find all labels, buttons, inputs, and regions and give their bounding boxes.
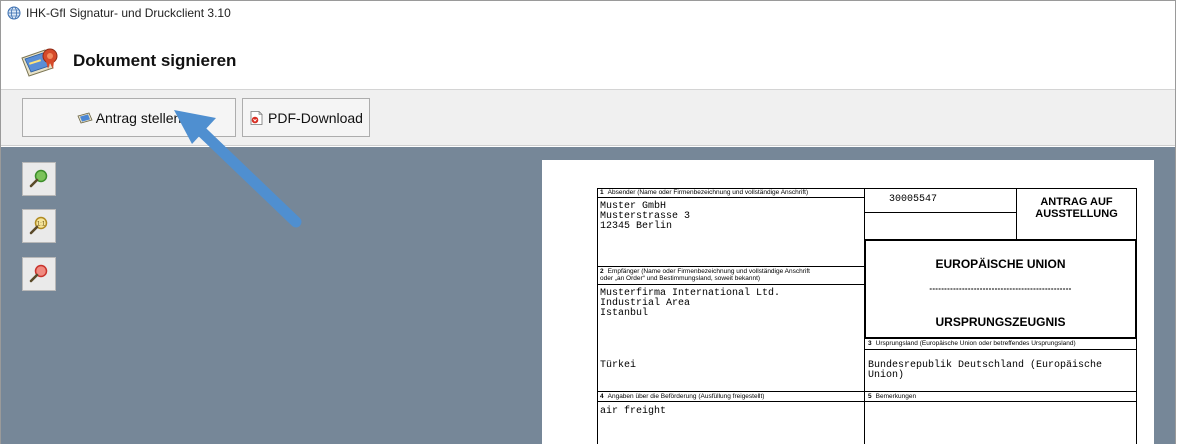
field1-bottom-line <box>597 266 864 267</box>
field1-label-line <box>597 197 864 198</box>
globe-app-icon <box>7 6 21 20</box>
reference-number: 30005547 <box>889 194 938 205</box>
zoom-in-button[interactable] <box>22 162 56 196</box>
field2-label-line <box>597 284 864 285</box>
antrag-stellen-button[interactable]: Antrag stellen <box>22 98 236 137</box>
field5-label: 5 Bemerkungen <box>868 393 916 400</box>
pdf-download-label: PDF-Download <box>268 109 363 126</box>
title-bar: IHK-GfI Signatur- und Druckclient 3.10 <box>1 1 1175 25</box>
zoom-fit-button[interactable]: 1:1 <box>22 209 56 243</box>
field1-label-text: Absender (Name oder Firmenbezeichnung un… <box>607 189 809 196</box>
field1-number: 1 <box>600 189 604 196</box>
field5-label-text: Bemerkungen <box>875 393 917 400</box>
field4-value: air freight <box>600 406 667 417</box>
field4-top-line <box>597 391 1137 392</box>
app-window: IHK-GfI Signatur- und Druckclient 3.10 D… <box>0 0 1176 444</box>
field1-value: Muster GmbH Musterstrasse 3 12345 Berlin <box>600 201 691 232</box>
field2-label-text: Empfänger (Name oder Firmenbezeichnung u… <box>600 268 810 282</box>
document-page: 1 Absender (Name oder Firmenbezeichnung u… <box>542 160 1154 444</box>
zoom-in-icon <box>29 169 48 188</box>
zoom-out-button[interactable] <box>22 257 56 291</box>
eu-title: EUROPÄISCHE UNION <box>935 257 1066 271</box>
certificate-form: 1 Absender (Name oder Firmenbezeichnung u… <box>597 188 1147 444</box>
field2-label: 2 Empfänger (Name oder Firmenbezeichnung … <box>600 268 810 282</box>
title-separator: ----------------------------------------… <box>929 284 1072 293</box>
pdf-download-button[interactable]: PDF-Download <box>242 98 370 137</box>
zoom-fit-icon: 1:1 <box>29 216 48 235</box>
page-title: Dokument signieren <box>73 51 237 70</box>
field1-label: 1 Absender (Name oder Firmenbezeichnung u… <box>600 189 808 196</box>
antrag-title: ANTRAG AUF AUSSTELLUNG <box>1035 196 1118 220</box>
destination-country: Türkei <box>600 360 637 371</box>
field3-value: Bundesrepublik Deutschland (Europäische … <box>868 360 1103 381</box>
field3-label-text: Ursprungsland (Europäische Union oder be… <box>875 340 1076 347</box>
window-shadow-edge <box>1176 0 1189 444</box>
field2-value: Musterfirma International Ltd. Industria… <box>600 288 781 319</box>
form-border-left <box>597 188 598 444</box>
number-underline <box>864 212 1016 213</box>
ursprung-title: URSPRUNGSZEUGNIS <box>935 315 1066 329</box>
field4-number: 4 <box>600 393 604 400</box>
field3-label-line <box>864 349 1137 350</box>
field2-number: 2 <box>600 268 604 275</box>
page-header: Dokument signieren <box>1 39 1175 83</box>
zoom-out-icon <box>29 264 48 283</box>
sign-document-icon <box>21 48 58 77</box>
antrag-stellen-label: Antrag stellen <box>95 109 182 126</box>
field3-number: 3 <box>868 340 872 347</box>
window-title: IHK-GfI Signatur- und Druckclient 3.10 <box>26 6 231 20</box>
field4-label-line <box>597 401 1137 402</box>
field4-label: 4 Angaben über die Beförderung (Ausfüllun… <box>600 393 764 400</box>
field3-label: 3 Ursprungsland (Europäische Union oder b… <box>868 340 1076 347</box>
card-icon <box>77 112 93 123</box>
pdf-file-icon <box>250 110 263 125</box>
toolbar: Antrag stellen PDF-Download <box>1 89 1175 146</box>
field5-number: 5 <box>868 393 872 400</box>
field4-label-text: Angaben über die Beförderung (Ausfüllung… <box>607 393 765 400</box>
